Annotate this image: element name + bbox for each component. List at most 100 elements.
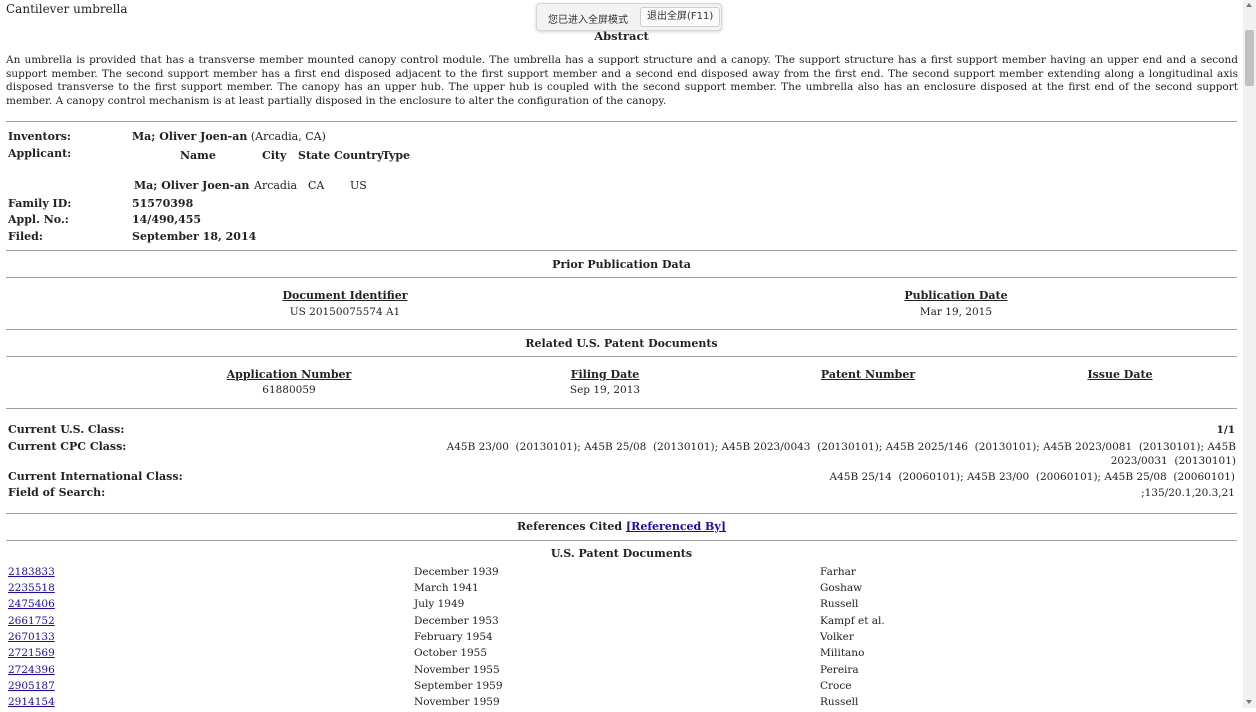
patent-inventor: Russell <box>820 696 859 708</box>
patent-date: October 1955 <box>414 647 488 659</box>
inventors-label: Inventors: <box>8 130 71 143</box>
family-id-label: Family ID: <box>8 197 72 210</box>
divider <box>6 250 1237 251</box>
table-row: 2475406 July 1949 Russell <box>0 598 1243 614</box>
patent-inventor: Russell <box>820 598 859 610</box>
applicant-city: Arcadia <box>254 179 298 192</box>
applicant-header-city: City <box>262 149 287 162</box>
patent-date: February 1954 <box>414 631 493 643</box>
patent-date: November 1955 <box>414 664 500 676</box>
fullscreen-message: 您已进入全屏模式 <box>548 15 628 26</box>
patent-date: March 1941 <box>414 582 479 594</box>
table-row: 2721569 October 1955 Militano <box>0 647 1243 663</box>
applicant-header-name: Name <box>180 149 216 162</box>
patent-number-header: Patent Number <box>820 368 916 381</box>
inventor-location: (Arcadia, CA) <box>250 130 326 143</box>
patent-number-link[interactable]: 2183833 <box>8 566 55 578</box>
us-class-label: Current U.S. Class: <box>8 423 125 436</box>
applicant-header-country: Country <box>334 149 384 162</box>
patent-inventor: Goshaw <box>820 582 863 594</box>
patent-number-link[interactable]: 2670133 <box>8 631 55 643</box>
filed-value: September 18, 2014 <box>132 230 257 243</box>
patent-inventor: Volker <box>820 631 854 643</box>
patent-date: December 1939 <box>414 566 499 578</box>
intl-class-label: Current International Class: <box>8 470 183 483</box>
divider <box>6 121 1237 122</box>
table-row: 2661752 December 1953 Kampf et al. <box>0 615 1243 631</box>
appl-no-value: 14/490,455 <box>132 213 202 226</box>
applicant-label: Applicant: <box>8 147 72 160</box>
referenced-by-link[interactable]: [Referenced By] <box>626 520 726 533</box>
patent-inventor: Farhar <box>820 566 856 578</box>
cpc-class-line-1: A45B 23/00 (20130101); A45B 25/08 (20130… <box>446 441 1236 453</box>
related-docs-heading: Related U.S. Patent Documents <box>525 337 718 350</box>
patent-date: July 1949 <box>414 598 465 610</box>
divider <box>6 408 1237 409</box>
patent-inventor: Kampf et al. <box>820 615 885 627</box>
application-number-header: Application Number <box>226 368 352 381</box>
patent-number-link[interactable]: 2475406 <box>8 598 55 610</box>
patent-date: November 1959 <box>414 696 500 708</box>
us-class-value: 1/1 <box>1216 424 1235 436</box>
divider <box>6 540 1237 541</box>
patent-number-link[interactable]: 2914154 <box>8 696 55 708</box>
applicant-name: Ma; Oliver Joen-an <box>134 179 250 192</box>
publication-date-header: Publication Date <box>904 289 1008 302</box>
applicant-state: CA <box>308 179 325 192</box>
filing-date-value: Sep 19, 2013 <box>569 384 641 396</box>
patent-number-link[interactable]: 2661752 <box>8 615 55 627</box>
divider <box>6 356 1237 357</box>
patent-inventor: Croce <box>820 680 852 692</box>
patent-number-link[interactable]: 2235518 <box>8 582 55 594</box>
references-cited-heading: References Cited <box>517 520 623 533</box>
publication-date-value: Mar 19, 2015 <box>919 306 993 318</box>
patent-date: December 1953 <box>414 615 499 627</box>
issue-date-header: Issue Date <box>1087 368 1153 381</box>
patent-number-link[interactable]: 2721569 <box>8 647 55 659</box>
filing-date-header: Filing Date <box>570 368 640 381</box>
table-row: 2905187 September 1959 Croce <box>0 680 1243 696</box>
exit-fullscreen-button[interactable]: 退出全屏(F11) <box>640 7 721 27</box>
document-identifier-header: Document Identifier <box>282 289 408 302</box>
cpc-class-label: Current CPC Class: <box>8 440 127 453</box>
patent-number-link[interactable]: 2905187 <box>8 680 55 692</box>
abstract-heading: Abstract <box>594 29 649 43</box>
references-heading-row: References Cited [Referenced By] <box>0 520 1243 533</box>
divider <box>6 277 1237 278</box>
table-row: 2914154 November 1959 Russell <box>0 696 1243 712</box>
divider <box>6 513 1237 514</box>
prior-publication-heading: Prior Publication Data <box>552 258 691 271</box>
application-number-value: 61880059 <box>262 384 316 396</box>
abstract-text: An umbrella is provided that has a trans… <box>6 54 1238 108</box>
patent-number-link[interactable]: 2724396 <box>8 664 55 676</box>
scroll-up-arrow-icon[interactable] <box>1246 3 1252 7</box>
vertical-scrollbar[interactable] <box>1243 0 1256 708</box>
intl-class-value: A45B 25/14 (20060101); A45B 23/00 (20060… <box>829 471 1235 483</box>
patent-document: Cantilever umbrella 您已进入全屏模式 退出全屏(F11) A… <box>0 0 1243 708</box>
field-of-search-value: ;135/20.1,20.3,21 <box>1141 487 1235 499</box>
applicant-header-type: Type <box>382 149 411 162</box>
family-id-value: 51570398 <box>132 197 194 210</box>
inventor-name: Ma; Oliver Joen-an <box>132 130 248 143</box>
page-title: Cantilever umbrella <box>6 2 128 16</box>
filed-label: Filed: <box>8 230 43 243</box>
us-patent-documents-heading: U.S. Patent Documents <box>550 547 693 560</box>
scrollbar-thumb[interactable] <box>1245 30 1254 86</box>
table-row: 2235518 March 1941 Goshaw <box>0 582 1243 598</box>
table-row: 2670133 February 1954 Volker <box>0 631 1243 647</box>
divider <box>6 329 1237 330</box>
fullscreen-notification: 您已进入全屏模式 退出全屏(F11) <box>536 3 722 31</box>
patent-inventor: Pereira <box>820 664 859 676</box>
table-row: 2183833 December 1939 Farhar <box>0 566 1243 582</box>
applicant-header-state: State <box>298 149 331 162</box>
table-row: 2724396 November 1955 Pereira <box>0 664 1243 680</box>
appl-no-label: Appl. No.: <box>8 213 69 226</box>
field-of-search-label: Field of Search: <box>8 486 106 499</box>
applicant-country: US <box>350 179 367 192</box>
scroll-down-arrow-icon[interactable] <box>1246 700 1252 704</box>
document-identifier-value: US 20150075574 A1 <box>289 306 401 318</box>
inventors-value: Ma; Oliver Joen-an (Arcadia, CA) <box>132 130 326 143</box>
patent-date: September 1959 <box>414 680 503 692</box>
patent-inventor: Militano <box>820 647 865 659</box>
cpc-class-line-2: 2023/0031 (20130101) <box>1110 455 1236 467</box>
